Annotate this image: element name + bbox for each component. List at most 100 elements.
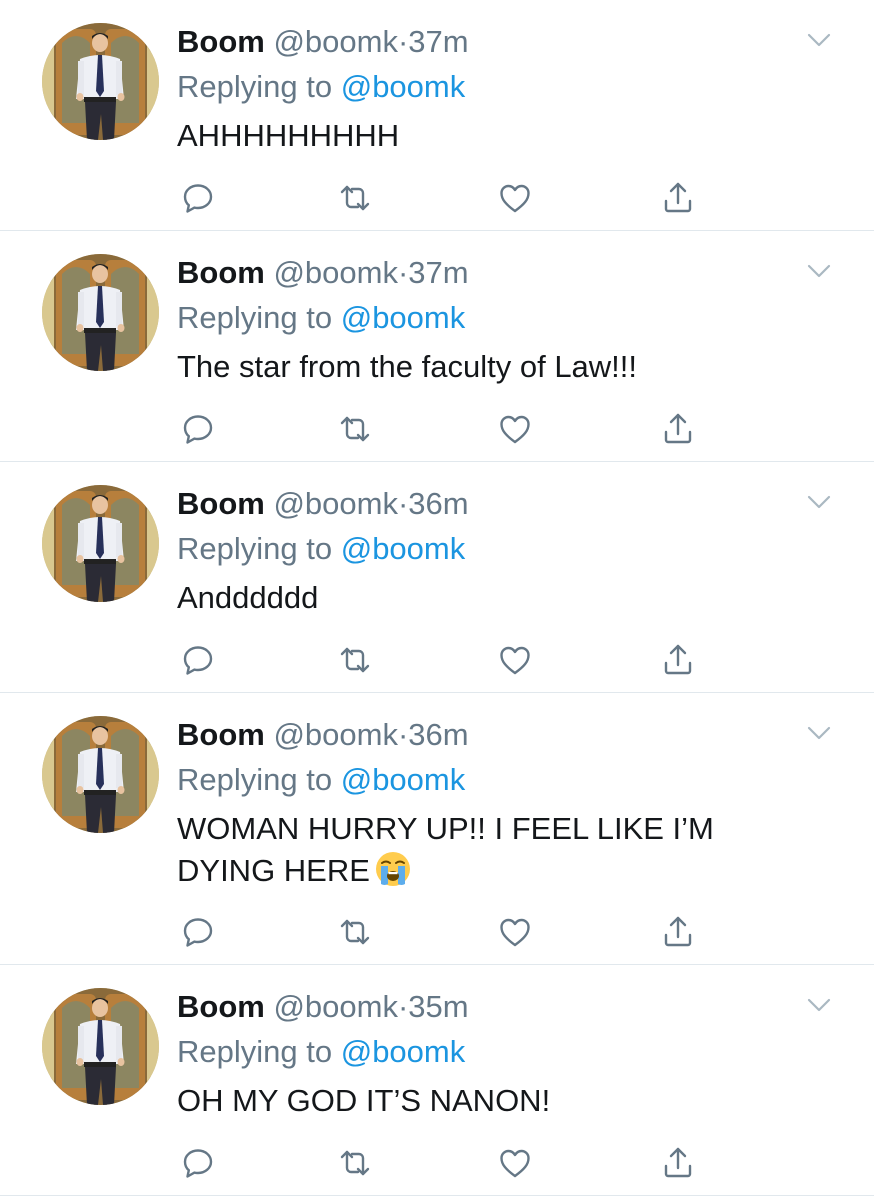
avatar[interactable] <box>42 254 159 371</box>
timestamp[interactable]: 35m <box>408 989 468 1024</box>
like-button[interactable] <box>497 1145 533 1181</box>
tweet[interactable]: Boom @boomk·37m Replying to @boomk AHHHH… <box>0 0 874 231</box>
replying-to-mention[interactable]: @boomk <box>341 762 466 797</box>
share-button[interactable] <box>660 642 696 678</box>
reply-button[interactable] <box>180 642 216 678</box>
replying-to-mention[interactable]: @boomk <box>341 300 466 335</box>
replying-to-label: Replying to <box>177 69 333 104</box>
replying-to-label: Replying to <box>177 531 333 566</box>
author-name[interactable]: Boom <box>177 486 265 521</box>
author-name[interactable]: Boom <box>177 717 265 752</box>
author-handle[interactable]: @boomk <box>273 717 398 752</box>
author-name[interactable]: Boom <box>177 24 265 59</box>
tweet-text: AHHHHHHHHH <box>177 118 400 153</box>
retweet-button[interactable] <box>337 914 373 950</box>
tweet-actions <box>180 180 700 216</box>
avatar[interactable] <box>42 988 159 1105</box>
tweet-header: Boom @boomk·36m <box>177 484 814 524</box>
tweet-content: Boom @boomk·36m Replying to @boomk Anddd… <box>177 484 814 619</box>
replying-to: Replying to @boomk <box>177 298 814 338</box>
separator: · <box>397 255 409 290</box>
retweet-button[interactable] <box>337 1145 373 1181</box>
heart-icon <box>497 642 533 678</box>
separator: · <box>397 989 409 1024</box>
tweet[interactable]: Boom @boomk·36m Replying to @boomk Anddd… <box>0 462 874 693</box>
chevron-down-icon[interactable] <box>806 32 832 48</box>
chevron-down-icon[interactable] <box>806 263 832 279</box>
retweet-icon <box>337 914 373 950</box>
replying-to-mention[interactable]: @boomk <box>341 69 466 104</box>
replying-to: Replying to @boomk <box>177 1032 814 1072</box>
retweet-icon <box>337 1145 373 1181</box>
like-button[interactable] <box>497 914 533 950</box>
avatar[interactable] <box>42 23 159 140</box>
tweet-content: Boom @boomk·35m Replying to @boomk OH MY… <box>177 987 814 1122</box>
like-button[interactable] <box>497 411 533 447</box>
tweet-content: Boom @boomk·37m Replying to @boomk AHHHH… <box>177 22 814 157</box>
separator: · <box>397 24 409 59</box>
replying-to-mention[interactable]: @boomk <box>341 531 466 566</box>
tweet-text-content: WOMAN HURRY UP!! I FEEL LIKE I’M DYING H… <box>177 811 714 888</box>
avatar[interactable] <box>42 716 159 833</box>
tweet[interactable]: Boom @boomk·35m Replying to @boomk OH MY… <box>0 965 874 1196</box>
chevron-down-icon[interactable] <box>806 997 832 1013</box>
share-button[interactable] <box>660 411 696 447</box>
chevron-down-icon[interactable] <box>806 494 832 510</box>
retweet-icon <box>337 180 373 216</box>
author-handle[interactable]: @boomk <box>273 989 398 1024</box>
timestamp[interactable]: 36m <box>408 486 468 521</box>
like-button[interactable] <box>497 642 533 678</box>
speech-bubble-icon <box>180 411 216 447</box>
replying-to: Replying to @boomk <box>177 67 814 107</box>
share-icon <box>660 411 696 447</box>
speech-bubble-icon <box>180 1145 216 1181</box>
share-icon <box>660 914 696 950</box>
speech-bubble-icon <box>180 914 216 950</box>
replying-to: Replying to @boomk <box>177 529 814 569</box>
author-handle[interactable]: @boomk <box>273 24 398 59</box>
tweet-header: Boom @boomk·37m <box>177 22 814 62</box>
speech-bubble-icon <box>180 180 216 216</box>
heart-icon <box>497 411 533 447</box>
share-button[interactable] <box>660 914 696 950</box>
heart-icon <box>497 180 533 216</box>
reply-button[interactable] <box>180 1145 216 1181</box>
timeline: Boom @boomk·37m Replying to @boomk AHHHH… <box>0 0 874 1196</box>
tweet-text: Andddddd <box>177 580 319 615</box>
share-button[interactable] <box>660 1145 696 1181</box>
chevron-down-icon[interactable] <box>806 725 832 741</box>
share-button[interactable] <box>660 180 696 216</box>
tweet-actions <box>180 411 700 447</box>
heart-icon <box>497 1145 533 1181</box>
like-button[interactable] <box>497 180 533 216</box>
tweet-actions <box>180 914 700 950</box>
timestamp[interactable]: 37m <box>408 24 468 59</box>
share-icon <box>660 1145 696 1181</box>
avatar[interactable] <box>42 485 159 602</box>
reply-button[interactable] <box>180 914 216 950</box>
tweet-actions <box>180 642 700 678</box>
author-name[interactable]: Boom <box>177 989 265 1024</box>
reply-button[interactable] <box>180 411 216 447</box>
tweet-header: Boom @boomk·36m <box>177 715 814 755</box>
tweet[interactable]: Boom @boomk·36m Replying to @boomk WOMAN… <box>0 693 874 965</box>
tweet-actions <box>180 1145 700 1181</box>
tweet[interactable]: Boom @boomk·37m Replying to @boomk The s… <box>0 231 874 462</box>
speech-bubble-icon <box>180 642 216 678</box>
replying-to-label: Replying to <box>177 762 333 797</box>
retweet-icon <box>337 642 373 678</box>
retweet-icon <box>337 411 373 447</box>
tweet-content: Boom @boomk·36m Replying to @boomk WOMAN… <box>177 715 814 892</box>
retweet-button[interactable] <box>337 642 373 678</box>
timestamp[interactable]: 36m <box>408 717 468 752</box>
retweet-button[interactable] <box>337 180 373 216</box>
loudly-crying-face-emoji <box>374 850 412 888</box>
reply-button[interactable] <box>180 180 216 216</box>
author-handle[interactable]: @boomk <box>273 486 398 521</box>
replying-to-mention[interactable]: @boomk <box>341 1034 466 1069</box>
retweet-button[interactable] <box>337 411 373 447</box>
timestamp[interactable]: 37m <box>408 255 468 290</box>
author-name[interactable]: Boom <box>177 255 265 290</box>
author-handle[interactable]: @boomk <box>273 255 398 290</box>
separator: · <box>397 486 409 521</box>
